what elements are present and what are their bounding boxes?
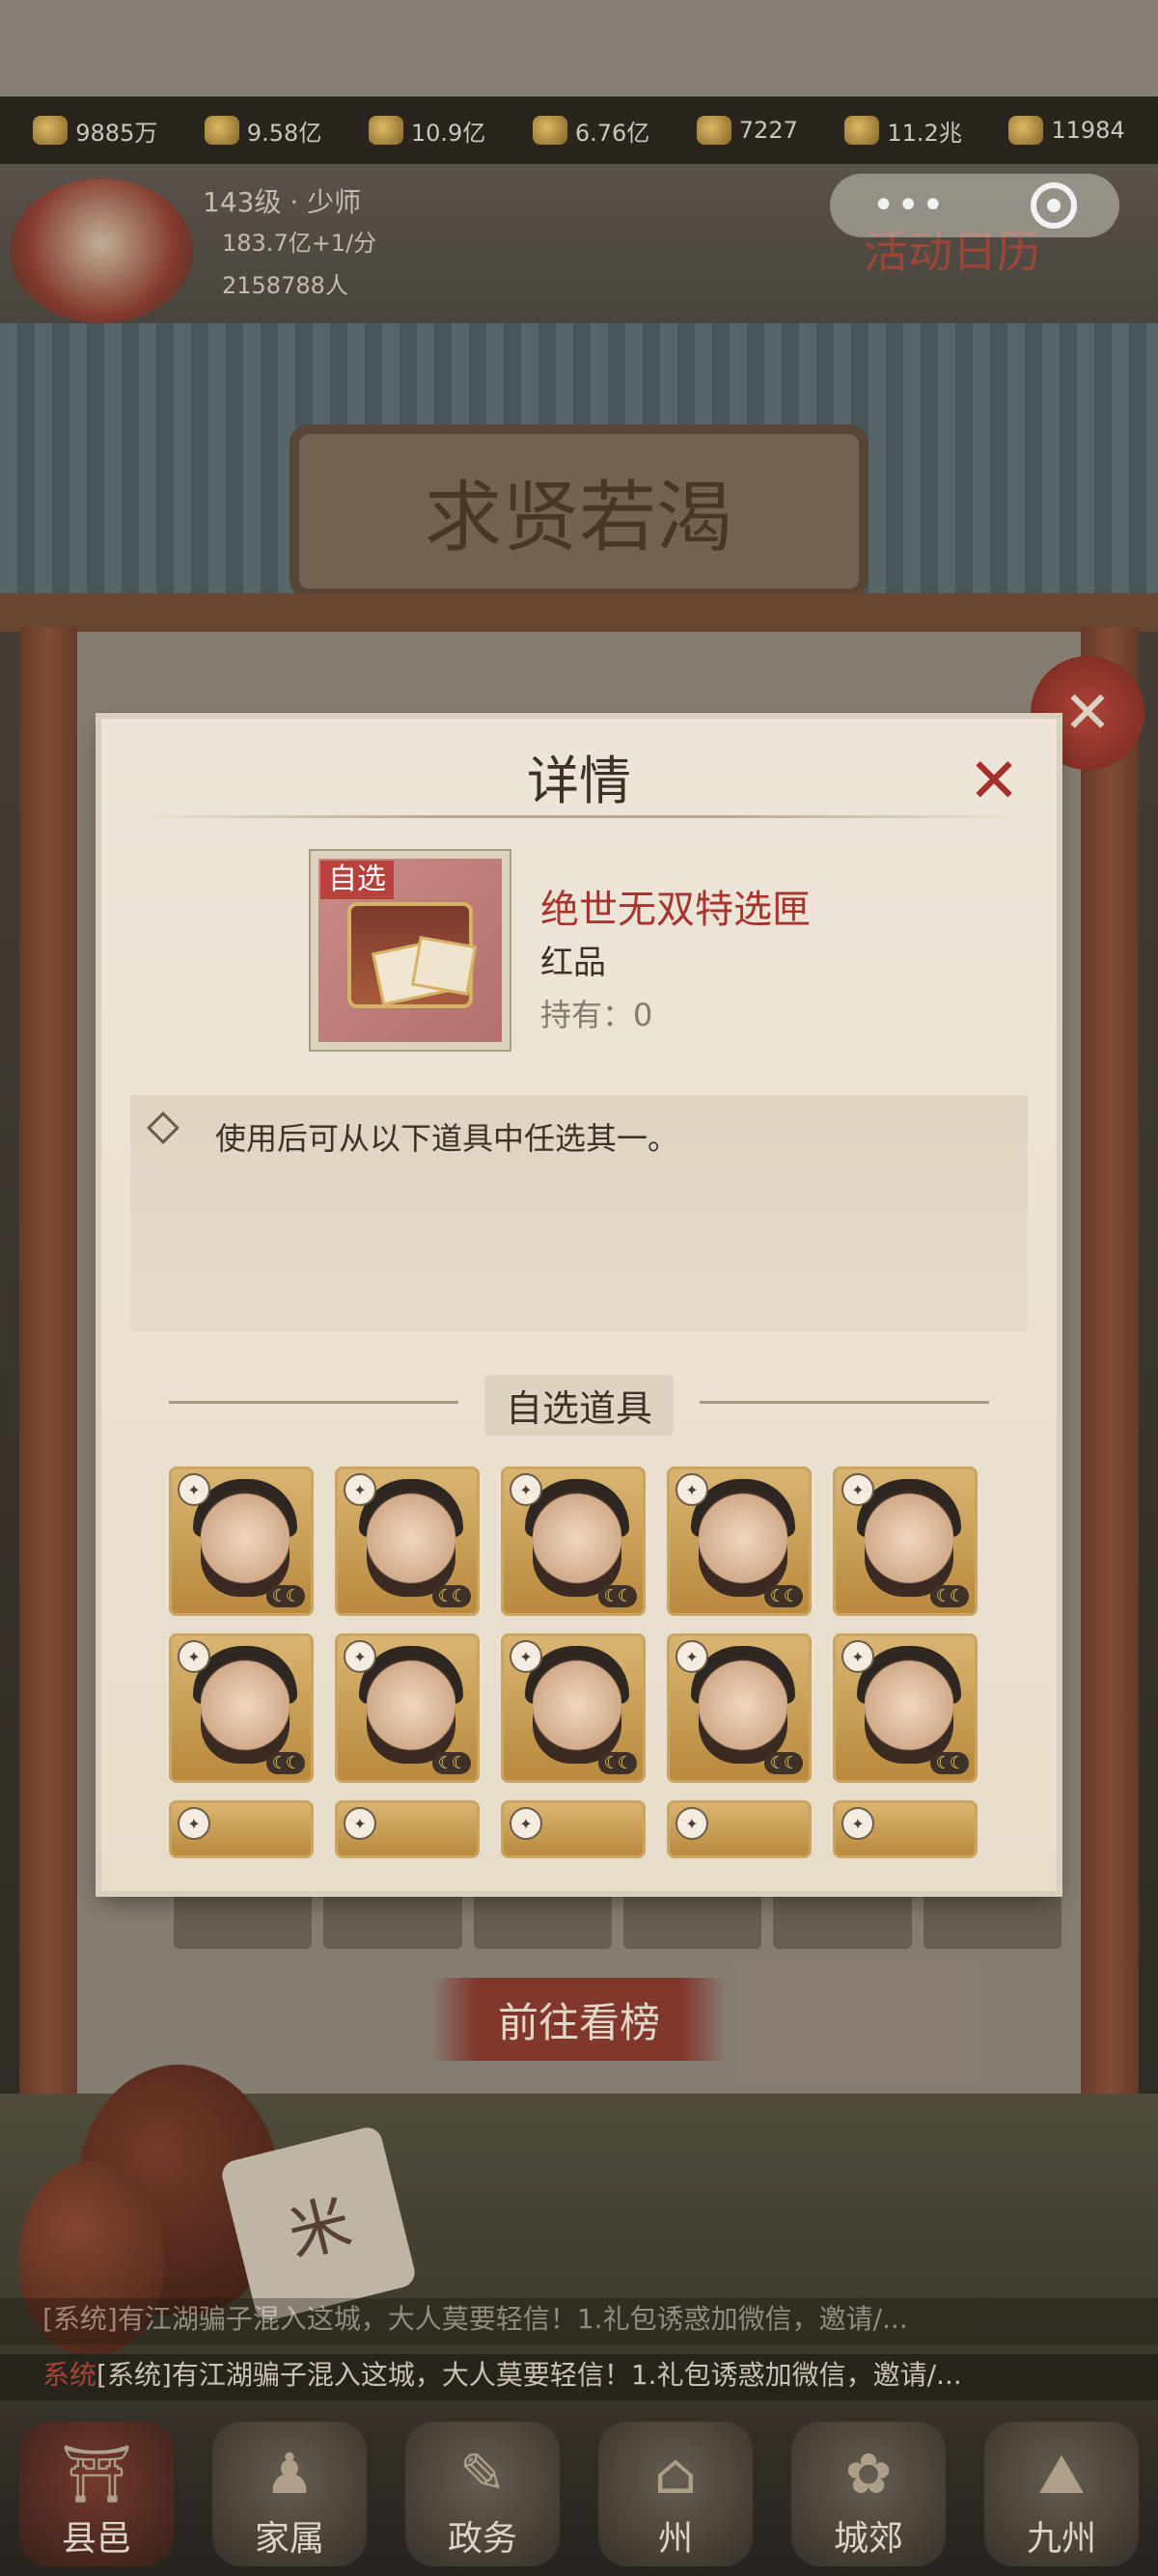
divider xyxy=(130,815,1028,818)
item-thumbnail: 自选 xyxy=(309,849,511,1052)
option-hero-card[interactable]: ✦ ☾☾ xyxy=(501,1466,646,1616)
star-rank-icon: ☾☾ xyxy=(431,1585,471,1607)
hero-portrait xyxy=(533,1658,621,1764)
talent-badge-icon: ✦ xyxy=(841,1640,874,1673)
star-rank-icon: ☾☾ xyxy=(431,1752,471,1774)
treasure-chest-icon: 自选 xyxy=(318,859,502,1042)
hero-portrait xyxy=(699,1658,787,1764)
item-name: 绝世无双特选匣 xyxy=(540,888,811,932)
talent-badge-icon: ✦ xyxy=(344,1473,376,1506)
option-hero-card[interactable]: ✦ ☾☾ xyxy=(833,1466,978,1616)
detail-modal: 详情 ✕ 自选 绝世无双特选匣 红品 持有：0 使用后可从以下道具中任选其一。 … xyxy=(101,719,1057,1891)
portrait-card-shape xyxy=(410,936,478,996)
divider xyxy=(169,1401,458,1404)
close-x-icon[interactable]: ✕ xyxy=(960,748,1028,815)
star-rank-icon: ☾☾ xyxy=(763,1585,803,1607)
star-rank-icon: ☾☾ xyxy=(763,1752,803,1774)
option-hero-card[interactable]: ✦ xyxy=(169,1800,314,1858)
talent-badge-icon: ✦ xyxy=(178,1807,210,1840)
talent-badge-icon: ✦ xyxy=(344,1640,376,1673)
hero-portrait xyxy=(367,1658,455,1764)
hero-portrait xyxy=(865,1658,953,1764)
option-hero-card[interactable]: ✦ ☾☾ xyxy=(335,1466,480,1616)
talent-badge-icon: ✦ xyxy=(676,1473,708,1506)
hero-portrait xyxy=(865,1491,953,1597)
hero-portrait xyxy=(533,1491,621,1597)
diamond-bullet-icon xyxy=(147,1111,179,1144)
star-rank-icon: ☾☾ xyxy=(929,1752,969,1774)
option-hero-card[interactable]: ✦ xyxy=(833,1800,978,1858)
star-rank-icon: ☾☾ xyxy=(597,1752,637,1774)
game-screen: 9885万 9.58亿 10.9亿 6.76亿 7227 11.2兆 11984… xyxy=(0,0,1158,2576)
talent-badge-icon: ✦ xyxy=(344,1807,376,1840)
talent-badge-icon: ✦ xyxy=(178,1640,210,1673)
option-hero-card[interactable]: ✦ ☾☾ xyxy=(833,1633,978,1783)
talent-badge-icon: ✦ xyxy=(178,1473,210,1506)
modal-title: 详情 xyxy=(527,751,631,811)
hero-portrait xyxy=(367,1491,455,1597)
talent-badge-icon: ✦ xyxy=(841,1473,874,1506)
option-hero-card[interactable]: ✦ xyxy=(667,1800,812,1858)
item-rarity: 红品 xyxy=(540,944,606,982)
star-rank-icon: ☾☾ xyxy=(597,1585,637,1607)
hero-portrait xyxy=(201,1491,290,1597)
talent-badge-icon: ✦ xyxy=(510,1473,542,1506)
star-rank-icon: ☾☾ xyxy=(265,1585,305,1607)
section-header: 自选道具 xyxy=(101,1375,1057,1436)
talent-badge-icon: ✦ xyxy=(676,1640,708,1673)
talent-badge-icon: ✦ xyxy=(510,1807,542,1840)
talent-badge-icon: ✦ xyxy=(841,1807,874,1840)
talent-badge-icon: ✦ xyxy=(676,1807,708,1840)
option-hero-card[interactable]: ✦ ☾☾ xyxy=(169,1633,314,1783)
hero-portrait xyxy=(699,1491,787,1597)
selectable-tag: 自选 xyxy=(320,861,394,899)
star-rank-icon: ☾☾ xyxy=(929,1585,969,1607)
section-label: 自选道具 xyxy=(483,1375,674,1436)
star-rank-icon: ☾☾ xyxy=(265,1752,305,1774)
item-owned-count: 持有：0 xyxy=(540,997,653,1033)
item-description: 使用后可从以下道具中任选其一。 xyxy=(215,1120,679,1157)
option-hero-card[interactable]: ✦ xyxy=(335,1800,480,1858)
option-hero-card[interactable]: ✦ ☾☾ xyxy=(335,1633,480,1783)
option-grid: ✦ ☾☾ ✦ ☾☾ ✦ ☾☾ ✦ ☾☾ ✦ ☾☾ ✦ ☾☾ ✦ ☾☾ ✦ ☾☾ ✦ ☾☾ ✦ ☾☾ … xyxy=(169,1466,999,1864)
option-hero-card[interactable]: ✦ ☾☾ xyxy=(169,1466,314,1616)
option-hero-card[interactable]: ✦ ☾☾ xyxy=(501,1633,646,1783)
option-hero-card[interactable]: ✦ ☾☾ xyxy=(667,1466,812,1616)
hero-portrait xyxy=(201,1658,290,1764)
talent-badge-icon: ✦ xyxy=(510,1640,542,1673)
divider xyxy=(700,1401,989,1404)
option-hero-card[interactable]: ✦ ☾☾ xyxy=(667,1633,812,1783)
option-hero-card[interactable]: ✦ xyxy=(501,1800,646,1858)
